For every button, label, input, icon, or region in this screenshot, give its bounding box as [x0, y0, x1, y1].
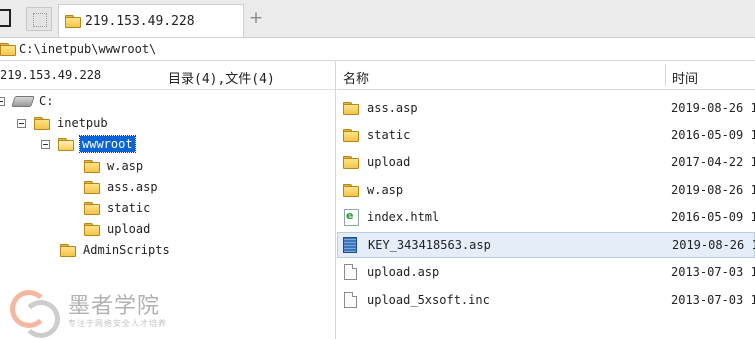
file-list-header: 名称 时间: [337, 61, 755, 90]
collapse-icon[interactable]: [0, 96, 5, 106]
tree-node-ass-asp[interactable]: ass.asp: [84, 177, 158, 197]
tree-label: AdminScripts: [83, 243, 170, 257]
drive-icon: [11, 95, 35, 107]
tree-header: 219.153.49.228 目录(4),文件(4): [0, 61, 335, 90]
asp-file-icon: [343, 237, 357, 253]
file-time: 2017-04-22 1: [671, 155, 755, 169]
column-header-name[interactable]: 名称: [343, 68, 369, 87]
collapse-icon[interactable]: [17, 118, 26, 128]
folder-icon: [84, 181, 100, 194]
folder-icon: [65, 15, 81, 28]
file-name: upload.asp: [367, 265, 440, 279]
watermark-tagline: 专注于网络安全人才培养: [68, 319, 167, 328]
file-name: KEY_343418563.asp: [368, 238, 491, 252]
tree-label: inetpub: [57, 116, 108, 130]
folder-icon: [343, 102, 359, 115]
tab-title: 219.153.49.228: [85, 13, 195, 29]
file-list-pane: 名称 时间 ass.asp 2019-08-26 1 static 2016-0…: [337, 61, 755, 339]
path-bar[interactable]: C:\inetpub\wwwroot\: [0, 38, 755, 61]
tree-label: ass.asp: [107, 180, 158, 194]
file-icon: [344, 292, 357, 308]
collapse-icon[interactable]: [41, 139, 50, 149]
file-icon: [344, 264, 357, 280]
tree-node-drive[interactable]: C:: [0, 91, 53, 111]
file-time: 2016-05-09 1: [671, 128, 755, 142]
tree-label-selected: wwwroot: [79, 135, 136, 153]
watermark-logo: 墨者学院 专注于网络安全人才培养: [6, 280, 216, 338]
file-name: index.html: [367, 210, 440, 224]
tree-node-inetpub[interactable]: inetpub: [17, 113, 108, 133]
file-name: upload_5xsoft.inc: [367, 293, 490, 307]
tab-bar: 219.153.49.228 +: [0, 0, 755, 38]
file-name: w.asp: [367, 183, 404, 197]
tree-node-adminscripts[interactable]: AdminScripts: [60, 240, 170, 260]
column-header-time[interactable]: 时间: [672, 68, 698, 87]
file-row[interactable]: ass.asp 2019-08-26 1: [337, 95, 755, 121]
tree-node-static[interactable]: static: [84, 198, 150, 218]
tree-label: upload: [107, 222, 151, 236]
tree-label: static: [107, 201, 151, 215]
file-time: 2016-05-09 1: [671, 210, 755, 224]
file-name: ass.asp: [367, 101, 418, 115]
open-folder-icon: [58, 138, 74, 151]
tab-active[interactable]: 219.153.49.228: [58, 4, 244, 37]
tree-label: C:: [39, 94, 54, 108]
tree-label: w.asp: [107, 159, 144, 173]
tree-node-w-asp[interactable]: w.asp: [84, 156, 143, 176]
tree-node-upload[interactable]: upload: [84, 219, 150, 239]
column-resize-handle[interactable]: [665, 64, 666, 86]
file-row[interactable]: upload_5xsoft.inc 2013-07-03 1: [337, 287, 755, 313]
add-tab-button[interactable]: +: [248, 8, 264, 28]
folder-icon: [84, 160, 100, 173]
panel-icon[interactable]: [0, 9, 11, 27]
file-row[interactable]: static 2016-05-09 1: [337, 122, 755, 148]
inactive-tab-icon[interactable]: [26, 7, 52, 31]
html-file-icon: [344, 208, 359, 226]
item-count: 目录(4),文件(4): [168, 72, 275, 87]
file-time: 2013-07-03 1: [671, 293, 755, 307]
file-row-selected[interactable]: KEY_343418563.asp 2019-08-26 1: [337, 232, 755, 258]
file-time: 2019-08-26 1: [671, 183, 755, 197]
folder-icon: [0, 43, 16, 56]
folder-icon: [343, 184, 359, 197]
folder-icon: [343, 129, 359, 142]
file-row[interactable]: upload 2017-04-22 1: [337, 149, 755, 175]
logo-mark-icon: [6, 284, 60, 338]
folder-icon: [84, 223, 100, 236]
file-row[interactable]: index.html 2016-05-09 1: [337, 204, 755, 230]
file-name: upload: [367, 155, 411, 169]
file-row[interactable]: upload.asp 2013-07-03 1: [337, 259, 755, 285]
folder-icon: [34, 117, 50, 130]
folder-icon: [60, 244, 76, 257]
file-name: static: [367, 128, 411, 142]
tree-node-wwwroot[interactable]: wwwroot: [41, 134, 136, 154]
file-time: 2013-07-03 1: [671, 265, 755, 279]
file-time: 2019-08-26 1: [671, 101, 755, 115]
folder-icon: [84, 202, 100, 215]
host-label: 219.153.49.228: [0, 68, 102, 82]
file-row[interactable]: w.asp 2019-08-26 1: [337, 177, 755, 203]
watermark-brand: 墨者学院: [68, 294, 161, 319]
folder-icon: [343, 156, 359, 169]
path-input[interactable]: C:\inetpub\wwwroot\: [19, 42, 156, 56]
file-time: 2019-08-26 1: [672, 238, 755, 252]
